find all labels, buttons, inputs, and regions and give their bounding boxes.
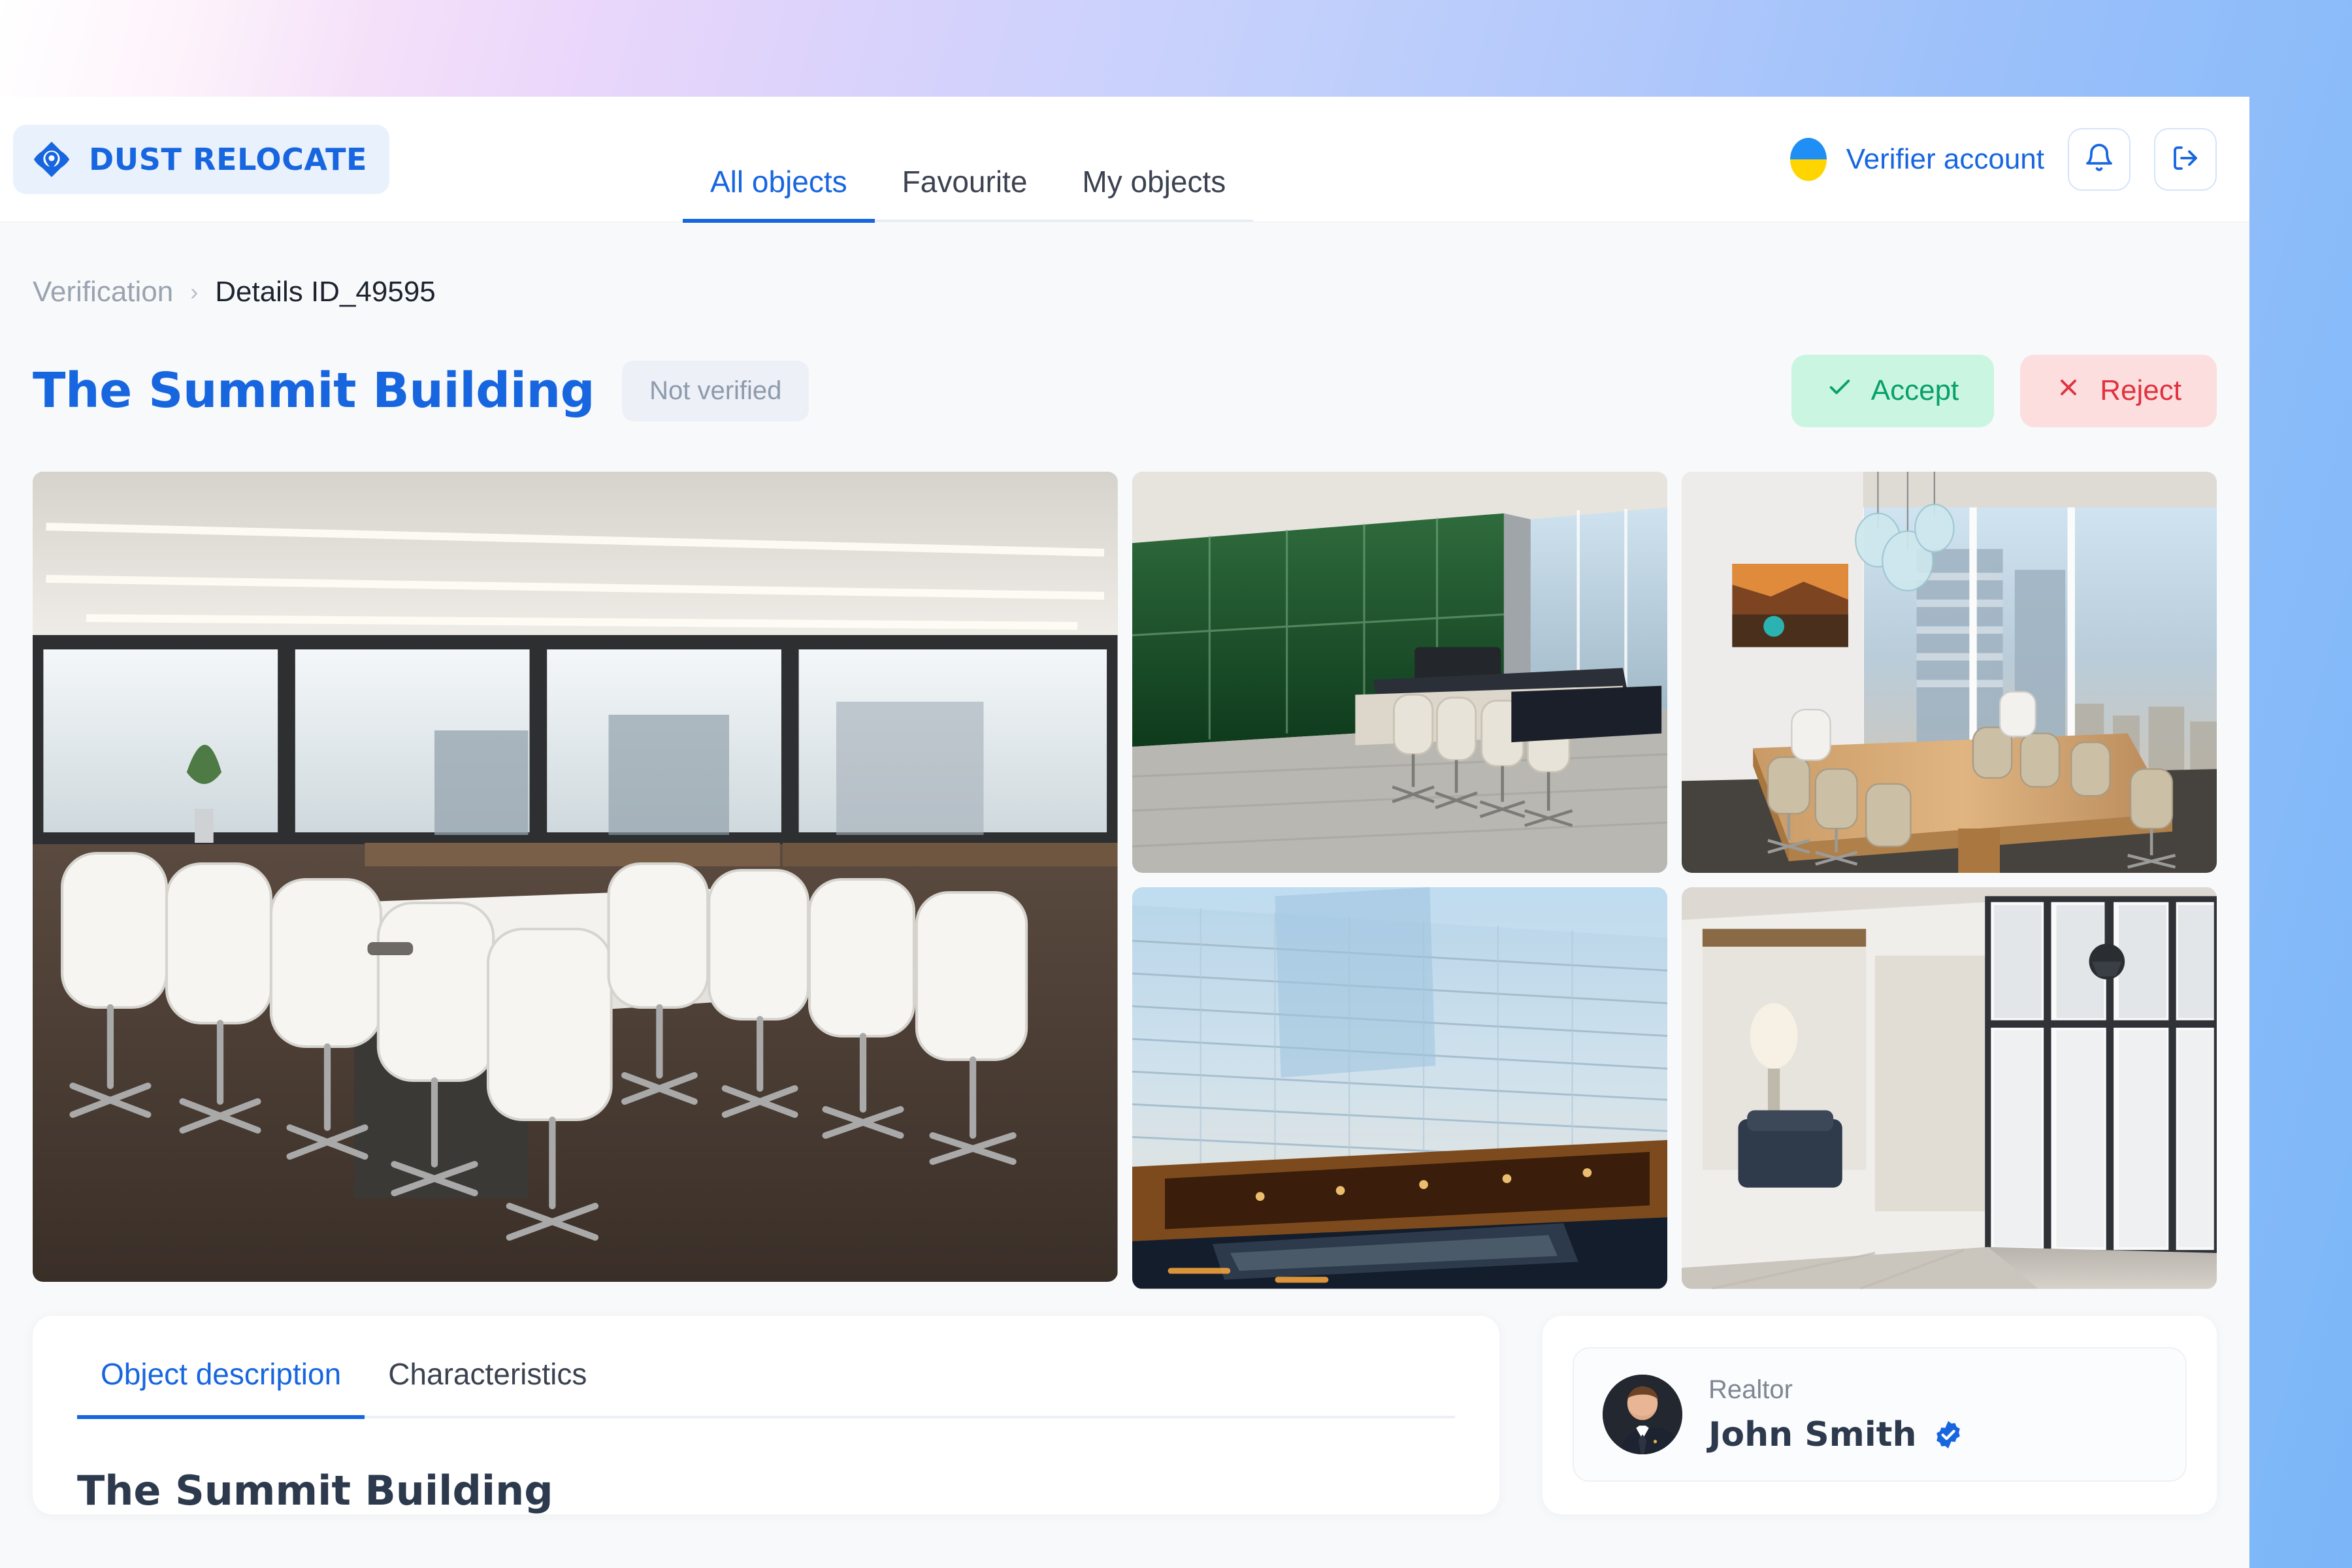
realtor-info[interactable]: Realtor John Smith <box>1573 1347 2187 1482</box>
description-heading: The Summit Building <box>77 1467 553 1514</box>
nav-tab-favourite[interactable]: Favourite <box>875 164 1055 223</box>
title-row: The Summit Building Not verified Accept <box>33 354 2217 427</box>
tab-object-description[interactable]: Object description <box>77 1356 365 1419</box>
ukraine-flag-avatar-icon <box>1789 138 1827 181</box>
brand-logo[interactable]: DUST RELOCATE <box>13 124 390 194</box>
realtor-name-row: John Smith <box>1708 1415 1964 1454</box>
gallery-image-4[interactable] <box>1132 887 1667 1289</box>
details-section: Object description Characteristics The S… <box>33 1316 2217 1514</box>
realtor-role: Realtor <box>1708 1375 1793 1404</box>
logout-button[interactable] <box>2154 128 2217 191</box>
chevron-right-icon: › <box>190 278 199 305</box>
breadcrumb-parent[interactable]: Verification <box>33 276 173 308</box>
page-content: Verification › Details ID_49595 The Summ… <box>0 222 2249 1514</box>
brand-name: DUST RELOCATE <box>89 141 368 177</box>
details-tabs: Object description Characteristics <box>77 1356 1455 1419</box>
nav-tab-my-objects[interactable]: My objects <box>1054 164 1253 223</box>
eye-location-pin-logo-icon <box>31 139 72 180</box>
reject-label: Reject <box>2100 374 2181 406</box>
check-icon <box>1827 374 1853 408</box>
account-label: Verifier account <box>1846 143 2044 175</box>
reject-button[interactable]: Reject <box>2020 354 2217 427</box>
main-nav-tabs: All objects Favourite My objects <box>683 97 1254 223</box>
app-header: DUST RELOCATE All objects Favourite My o… <box>0 97 2249 223</box>
nav-tab-all-objects[interactable]: All objects <box>683 164 875 223</box>
gallery-image-3[interactable] <box>1681 472 2217 874</box>
status-badge: Not verified <box>622 360 809 421</box>
x-icon <box>2055 374 2082 408</box>
realtor-text: Realtor John Smith <box>1708 1375 1964 1454</box>
image-gallery <box>33 472 2217 1289</box>
header-actions: Verifier account <box>1789 97 2217 222</box>
breadcrumb: Verification › Details ID_49595 <box>33 222 2217 308</box>
gallery-thumbnails <box>1132 472 2217 1289</box>
accept-label: Accept <box>1870 374 1959 406</box>
accept-button[interactable]: Accept <box>1791 354 1995 427</box>
gallery-image-main[interactable] <box>33 472 1118 1282</box>
page-title: The Summit Building <box>33 363 595 419</box>
verification-actions: Accept Reject <box>1791 354 2217 427</box>
realtor-portrait-avatar <box>1603 1375 1682 1454</box>
breadcrumb-current: Details ID_49595 <box>215 276 436 308</box>
logout-icon <box>2170 142 2201 177</box>
realtor-card: Realtor John Smith <box>1543 1316 2217 1514</box>
description-card: Object description Characteristics The S… <box>33 1316 1499 1514</box>
gallery-image-5[interactable] <box>1681 887 2217 1289</box>
verified-check-badge-icon <box>1933 1419 1964 1450</box>
gallery-image-2[interactable] <box>1132 472 1667 874</box>
gallery-row-top <box>1132 472 2217 874</box>
app-window: DUST RELOCATE All objects Favourite My o… <box>0 97 2249 1568</box>
gallery-row-bottom <box>1132 887 2217 1289</box>
tab-characteristics[interactable]: Characteristics <box>365 1356 610 1419</box>
bell-icon <box>2083 142 2115 177</box>
account-menu[interactable]: Verifier account <box>1789 138 2044 181</box>
realtor-name: John Smith <box>1708 1414 1917 1454</box>
notifications-button[interactable] <box>2068 128 2131 191</box>
